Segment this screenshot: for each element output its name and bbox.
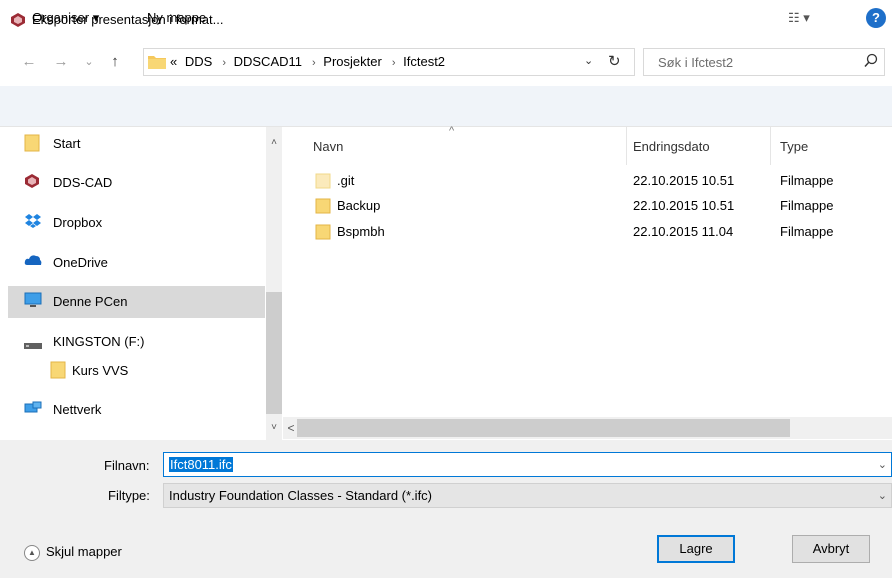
scroll-up-arrow[interactable]: ˄: [266, 137, 282, 148]
breadcrumb: « DDS › DDSCAD11 › Prosjekter › Ifctest2: [170, 54, 449, 69]
sidebar-item-kurs-vvs[interactable]: Kurs VVS: [8, 355, 265, 387]
column-header-date[interactable]: Endringsdato: [633, 139, 710, 154]
breadcrumb-item[interactable]: DDSCAD11: [234, 54, 302, 69]
search-box[interactable]: Søk i Ifctest2: [643, 48, 885, 76]
scroll-down-arrow[interactable]: ˅: [266, 422, 282, 433]
column-divider[interactable]: [770, 127, 771, 165]
sidebar-item-label: Kurs VVS: [72, 363, 129, 378]
filename-label: Filnavn:: [104, 458, 150, 473]
folder-icon: [315, 198, 331, 217]
file-date: 22.10.2015 10.51: [633, 198, 735, 213]
cancel-button[interactable]: Avbryt: [792, 535, 870, 563]
file-type: Filmappe: [780, 173, 834, 188]
search-placeholder: Søk i Ifctest2: [658, 55, 734, 70]
command-bar: [0, 86, 892, 127]
folder-icon: [315, 224, 331, 243]
sidebar-item-label: OneDrive: [53, 255, 108, 270]
breadcrumb-item[interactable]: Prosjekter: [323, 54, 382, 69]
filename-value: Ifct8011.ifc: [169, 457, 233, 472]
sidebar-item-kingston[interactable]: KINGSTON (F:): [8, 326, 265, 358]
network-icon: [24, 400, 42, 419]
address-bar[interactable]: « DDS › DDSCAD11 › Prosjekter › Ifctest2 ⌄ …: [143, 48, 635, 76]
search-icon[interactable]: [863, 53, 879, 69]
dds-cad-app-icon: [10, 12, 26, 28]
hide-folders-button[interactable]: ▲ Skjul mapper: [24, 544, 122, 561]
chevron-down-icon[interactable]: ⌄: [878, 458, 887, 471]
sidebar-item-label: Dropbox: [53, 215, 103, 230]
column-header-type[interactable]: Type: [780, 139, 808, 154]
filetype-select[interactable]: Industry Foundation Classes - Standard (…: [163, 483, 892, 508]
navigation-scrollbar-thumb[interactable]: [266, 292, 282, 414]
file-name: Backup: [337, 198, 381, 213]
file-row[interactable]: .git 22.10.2015 10.51 Filmappe: [283, 170, 892, 192]
file-row[interactable]: Backup 22.10.2015 10.51 Filmappe: [283, 195, 892, 217]
file-name: Bspmbh: [337, 224, 385, 239]
up-button[interactable]: ↑: [104, 51, 126, 73]
view-options-button[interactable]: ☷ ▾: [788, 10, 810, 26]
file-date: 22.10.2015 11.04: [633, 224, 734, 239]
dropbox-icon: [24, 213, 42, 232]
drive-icon: [24, 338, 42, 353]
folder-icon: [315, 173, 331, 192]
forward-button[interactable]: →: [50, 51, 72, 73]
organize-button[interactable]: Organiser ▾: [32, 10, 99, 26]
breadcrumb-separator[interactable]: ›: [222, 57, 226, 69]
sidebar-item-this-pc[interactable]: Denne PCen: [8, 286, 265, 318]
hide-folders-label: Skjul mapper: [46, 544, 122, 559]
computer-icon: [24, 292, 42, 311]
new-folder-button[interactable]: Ny mappe: [147, 10, 206, 25]
sidebar-item-label: KINGSTON (F:): [53, 334, 145, 349]
file-type: Filmappe: [780, 224, 834, 239]
recent-locations-button[interactable]: ⌄: [78, 51, 100, 73]
help-icon[interactable]: ?: [866, 8, 886, 28]
onedrive-icon: [24, 253, 42, 270]
chevron-down-icon[interactable]: ⌄: [878, 489, 887, 502]
refresh-button[interactable]: ↻: [608, 52, 621, 70]
sort-ascending-icon: ^: [449, 125, 455, 137]
folder-icon: [50, 361, 66, 382]
sidebar-item-onedrive[interactable]: OneDrive: [8, 247, 265, 279]
sidebar-item-label: Start: [53, 136, 81, 151]
filetype-value: Industry Foundation Classes - Standard (…: [169, 488, 433, 503]
sidebar-item-dds-cad[interactable]: DDS-CAD: [8, 167, 265, 199]
breadcrumb-separator[interactable]: ›: [312, 57, 316, 69]
column-header-name[interactable]: Navn: [313, 139, 343, 154]
sidebar-item-label: Nettverk: [53, 402, 102, 417]
scroll-left-arrow[interactable]: <: [283, 421, 299, 435]
breadcrumb-separator[interactable]: ›: [392, 57, 396, 69]
chevron-up-icon: ▲: [24, 544, 40, 561]
sidebar-item-start[interactable]: Start: [8, 128, 265, 160]
file-name: .git: [337, 173, 355, 188]
folder-icon: [148, 54, 166, 69]
back-button[interactable]: ←: [18, 51, 40, 73]
filename-input[interactable]: Ifct8011.ifc ⌄: [163, 452, 892, 477]
sidebar-item-label: Denne PCen: [53, 294, 128, 309]
column-divider[interactable]: [626, 127, 627, 165]
horizontal-scrollbar-thumb[interactable]: [297, 419, 790, 437]
file-type: Filmappe: [780, 198, 834, 213]
save-button[interactable]: Lagre: [657, 535, 735, 563]
breadcrumb-item[interactable]: DDS: [185, 54, 212, 69]
address-dropdown-button[interactable]: ⌄: [584, 54, 593, 67]
folder-icon: [24, 134, 40, 155]
file-date: 22.10.2015 10.51: [633, 173, 735, 188]
dds-cad-icon: [24, 173, 40, 192]
sidebar-item-dropbox[interactable]: Dropbox: [8, 207, 265, 239]
breadcrumb-overflow[interactable]: «: [170, 54, 177, 69]
breadcrumb-item[interactable]: Ifctest2: [403, 54, 445, 69]
file-row[interactable]: Bspmbh 22.10.2015 11.04 Filmappe: [283, 221, 892, 243]
filetype-label: Filtype:: [108, 488, 150, 503]
sidebar-item-network[interactable]: Nettverk: [8, 394, 265, 426]
sidebar-item-label: DDS-CAD: [53, 175, 113, 190]
